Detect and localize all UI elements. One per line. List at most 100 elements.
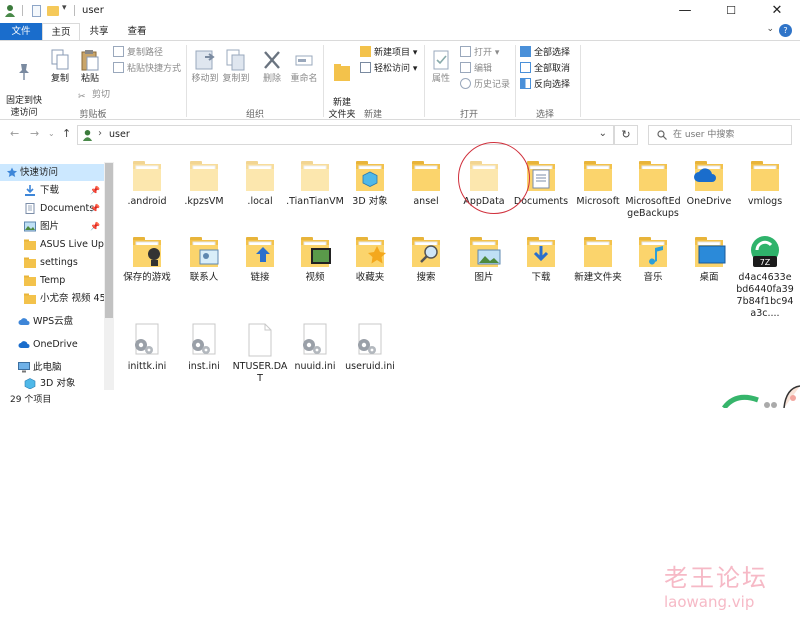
file-item[interactable]: 图片 xyxy=(455,234,513,284)
pin-icon[interactable]: 📌 xyxy=(90,218,100,235)
copy-button[interactable]: 复制 xyxy=(46,49,74,85)
nav-item-3d-objects[interactable]: 3D 对象 xyxy=(0,375,104,392)
file-item[interactable]: 视频 xyxy=(286,234,344,284)
pin-quick-access-button[interactable]: 固定到快 速访问 xyxy=(4,51,44,119)
open-button[interactable]: 打开 ▾ xyxy=(460,46,499,60)
download-icon xyxy=(25,185,35,196)
file-item[interactable]: MicrosoftEdgeBackups xyxy=(624,158,682,220)
file-item[interactable]: 音乐 xyxy=(624,234,682,284)
tab-share[interactable]: 共享 xyxy=(82,23,116,40)
title-separator xyxy=(22,5,23,16)
navigation-pane: 快速访问 下载 📌 Documents 📌 图片 📌 ASUS Live Upd… xyxy=(0,160,114,392)
status-bar-item-count: 29 个项目 xyxy=(10,395,52,405)
select-none-button[interactable]: 全部取消 xyxy=(520,62,570,76)
group-separator xyxy=(186,45,187,117)
nav-item-wps-cloud[interactable]: WPS云盘 xyxy=(0,313,104,330)
delete-button[interactable]: 删除 xyxy=(258,49,286,85)
file-item[interactable]: 搜索 xyxy=(397,234,455,284)
pin-icon[interactable]: 📌 xyxy=(90,182,100,199)
file-item[interactable]: 7Z d4ac4633ebd6440fa397b84f1bc94a3c.... xyxy=(736,234,794,320)
nav-item-settings[interactable]: settings xyxy=(0,254,104,271)
file-item[interactable]: useruid.ini xyxy=(341,323,399,373)
invert-selection-button[interactable]: 反向选择 xyxy=(520,78,570,92)
file-item[interactable]: Microsoft xyxy=(569,158,627,208)
nav-item-this-pc[interactable]: 此电脑 xyxy=(0,359,104,376)
breadcrumb-user[interactable]: user xyxy=(109,129,130,140)
maximize-button[interactable]: ☐ xyxy=(708,0,754,22)
nav-item-downloads[interactable]: 下载 📌 xyxy=(0,182,104,199)
minimize-button[interactable]: — xyxy=(662,0,708,22)
file-item[interactable]: nuuid.ini xyxy=(286,323,344,373)
nav-label: OneDrive xyxy=(33,339,78,350)
file-item[interactable]: 桌面 xyxy=(680,234,738,284)
nav-item-pictures[interactable]: 图片 📌 xyxy=(0,218,104,235)
group-separator xyxy=(580,45,581,117)
nav-item-documents[interactable]: Documents 📌 xyxy=(0,200,104,217)
breadcrumb-separator[interactable]: › xyxy=(98,128,102,139)
up-arrow-icon[interactable]: ↑ xyxy=(62,127,71,140)
copy-path-button[interactable]: 复制路径 xyxy=(113,46,163,60)
file-name: 3D 对象 xyxy=(352,196,388,207)
nav-item-onedrive[interactable]: OneDrive xyxy=(0,336,104,353)
nav-item-asus-live-update[interactable]: ASUS Live Upd xyxy=(0,236,104,253)
file-item[interactable]: 新建文件夹 xyxy=(569,234,627,284)
file-item[interactable]: 3D 对象 xyxy=(341,158,399,208)
picture-icon xyxy=(24,221,36,232)
address-dropdown-icon[interactable]: ⌄ xyxy=(599,128,607,139)
tab-file[interactable]: 文件 xyxy=(0,23,42,40)
recent-locations-chevron-icon[interactable]: ⌄ xyxy=(48,129,55,138)
rename-button[interactable]: 重命名 xyxy=(287,49,321,85)
help-icon[interactable]: ? xyxy=(779,24,792,37)
file-item[interactable]: ansel xyxy=(397,158,455,208)
file-item[interactable]: inst.ini xyxy=(175,323,233,373)
easy-access-button[interactable]: 轻松访问 ▾ xyxy=(360,62,417,76)
edit-button[interactable]: 编辑 xyxy=(460,62,492,76)
file-item[interactable]: .android xyxy=(118,158,176,208)
file-item[interactable]: 收藏夹 xyxy=(341,234,399,284)
pin-icon[interactable]: 📌 xyxy=(90,200,100,217)
select-all-button[interactable]: 全部选择 xyxy=(520,46,570,60)
file-item[interactable]: .local xyxy=(231,158,289,208)
paste-shortcut-button[interactable]: 粘贴快捷方式 xyxy=(113,62,181,76)
close-button[interactable]: ✕ xyxy=(754,0,800,22)
paste-button[interactable]: 粘贴 xyxy=(76,49,104,85)
navigation-scrollbar[interactable] xyxy=(104,162,114,390)
file-item[interactable]: .kpzsVM xyxy=(175,158,233,208)
address-bar[interactable]: › user ⌄ xyxy=(77,125,614,145)
properties-quick-icon[interactable] xyxy=(32,5,41,17)
file-item[interactable]: 保存的游戏 xyxy=(118,234,176,284)
forward-arrow-icon[interactable]: → xyxy=(30,127,39,140)
contacts-folder-icon xyxy=(184,234,224,268)
copy-to-button[interactable]: 复制到 xyxy=(221,49,251,85)
tab-home[interactable]: 主页 xyxy=(42,23,80,40)
quick-access-toolbar-dropdown[interactable]: ▾ xyxy=(62,3,67,13)
file-item[interactable]: vmlogs xyxy=(736,158,794,208)
properties-button[interactable]: 属性 xyxy=(428,49,454,85)
nav-item-quick-access[interactable]: 快速访问 xyxy=(0,164,104,181)
file-item[interactable]: 下载 xyxy=(512,234,570,284)
folder-icon xyxy=(578,234,618,268)
nav-label: 3D 对象 xyxy=(40,378,76,389)
new-folder-quick-icon[interactable] xyxy=(47,6,59,16)
search-input[interactable]: 在 user 中搜索 xyxy=(648,125,792,145)
new-item-button[interactable]: 新建项目 ▾ xyxy=(360,46,417,60)
file-name: OneDrive xyxy=(686,196,732,207)
back-arrow-icon[interactable]: ← xyxy=(10,127,19,140)
history-button[interactable]: 历史记录 xyxy=(460,78,510,92)
nav-item-temp[interactable]: Temp xyxy=(0,272,104,289)
file-item[interactable]: 联系人 xyxy=(175,234,233,284)
nav-item-video-folder[interactable]: 小尤奈 视频 45v xyxy=(0,290,104,307)
folder-icon xyxy=(24,257,36,268)
refresh-button[interactable]: ↻ xyxy=(614,125,638,145)
user-folder-icon xyxy=(5,5,15,17)
chevron-down-icon[interactable]: ⌄ xyxy=(766,24,774,34)
cut-button[interactable]: ✂ 剪切 xyxy=(78,88,110,102)
file-item[interactable]: OneDrive xyxy=(680,158,738,208)
file-item[interactable]: inittk.ini xyxy=(118,323,176,373)
file-item[interactable]: .TianTianVM xyxy=(286,158,344,208)
move-to-button[interactable]: 移动到 xyxy=(190,49,220,85)
scrollbar-thumb[interactable] xyxy=(105,163,113,318)
tab-view[interactable]: 查看 xyxy=(120,23,154,40)
file-item[interactable]: 链接 xyxy=(231,234,289,284)
file-item[interactable]: NTUSER.DAT xyxy=(231,323,289,385)
